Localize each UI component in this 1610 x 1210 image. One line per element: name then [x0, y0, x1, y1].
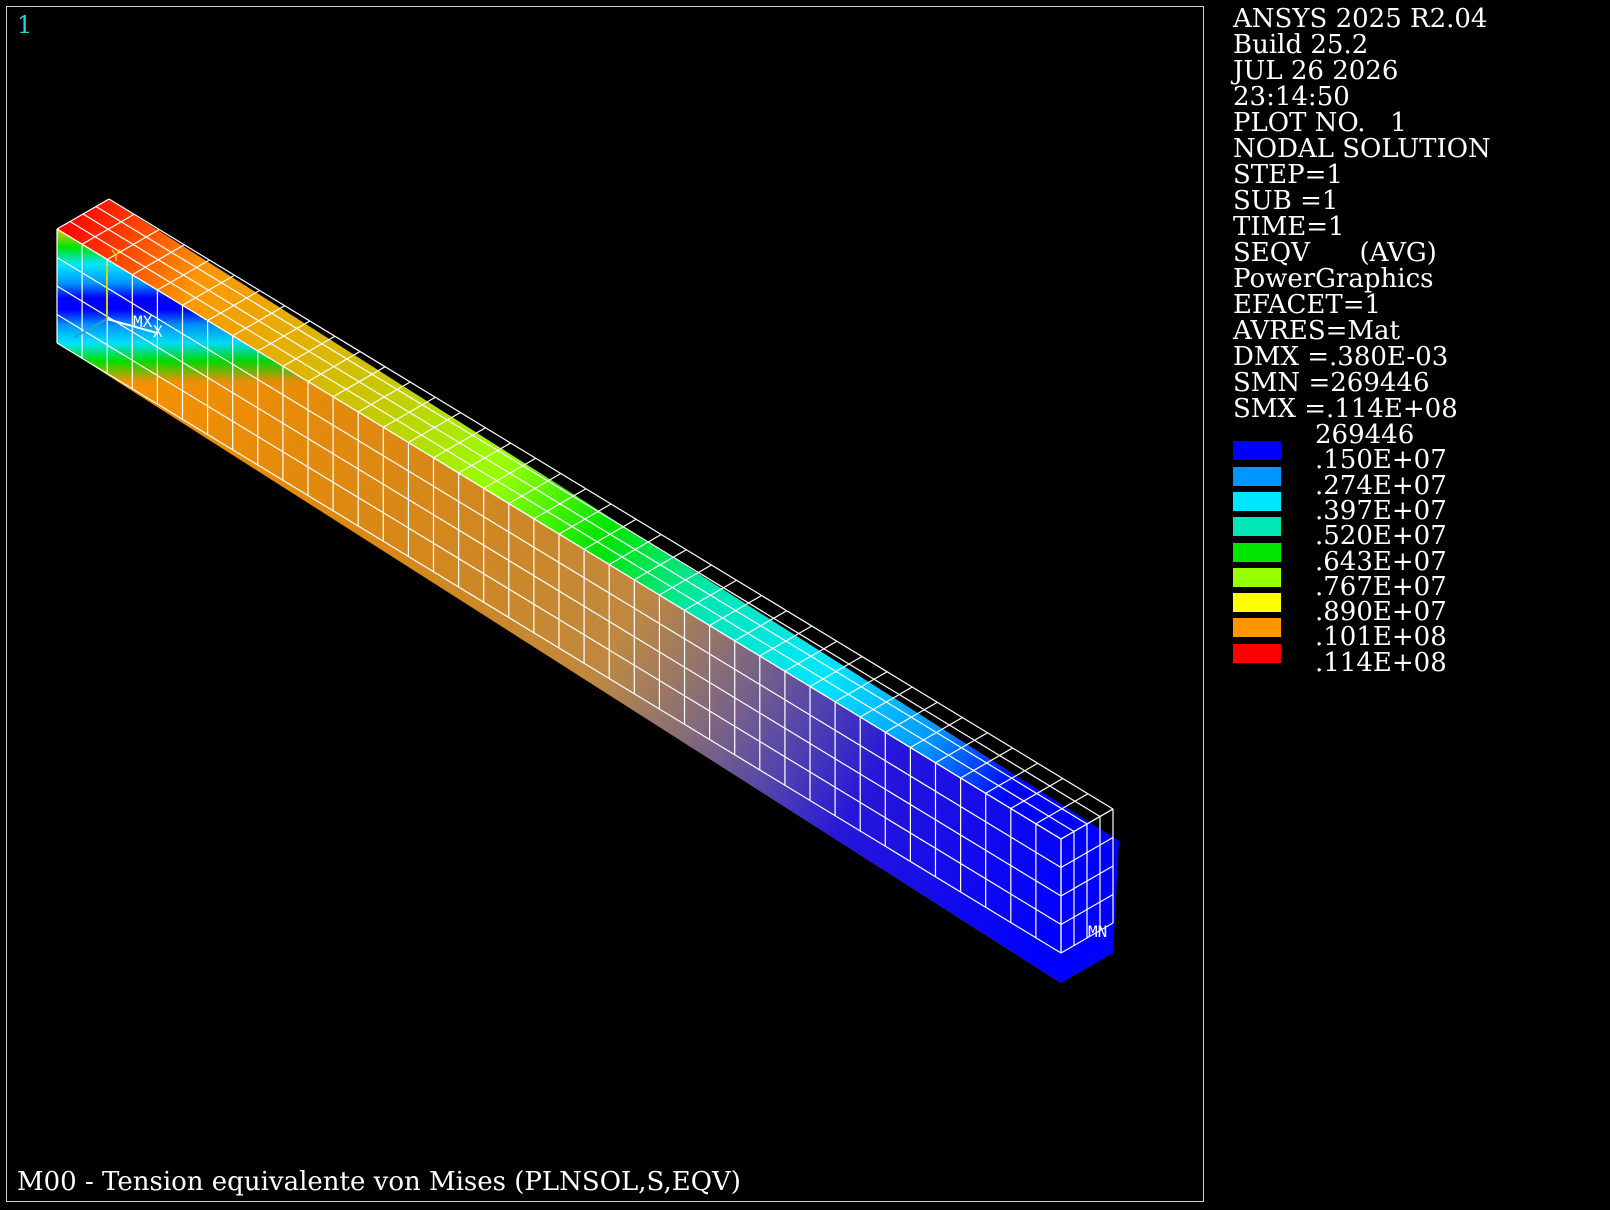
beam-end-face: [1061, 839, 1119, 983]
legend-band: .101E+08: [1233, 618, 1593, 653]
min-marker: MN: [1088, 922, 1107, 941]
beam-model[interactable]: Y X MX MN: [7, 7, 1203, 1201]
contour-legend: 269446 .150E+07.274E+07.397E+07.520E+07.…: [1233, 0, 1593, 700]
legend-band: .767E+07: [1233, 567, 1593, 602]
legend-band: .114E+08: [1233, 643, 1593, 678]
legend-band: .643E+07: [1233, 542, 1593, 577]
legend-label: .890E+07: [1315, 597, 1447, 628]
legend-swatch: [1233, 618, 1281, 638]
legend-band: .274E+07: [1233, 466, 1593, 501]
legend-swatch: [1233, 491, 1281, 511]
triad-y-label: Y: [111, 246, 121, 265]
legend-band: .397E+07: [1233, 491, 1593, 526]
max-marker: MX: [133, 312, 153, 331]
legend-band: .520E+07: [1233, 517, 1593, 552]
legend-swatch: [1233, 593, 1281, 613]
legend-band: .150E+07: [1233, 441, 1593, 476]
legend-band: .890E+07: [1233, 593, 1593, 628]
legend-swatch: [1233, 542, 1281, 562]
legend-label: .150E+07: [1315, 445, 1447, 476]
legend-label: .101E+08: [1315, 622, 1447, 653]
legend-swatch: [1233, 517, 1281, 537]
legend-swatch: [1233, 441, 1281, 461]
legend-swatch: [1233, 567, 1281, 587]
legend-label: .114E+08: [1315, 647, 1447, 678]
legend-swatch: [1233, 466, 1281, 486]
legend-label: .767E+07: [1315, 571, 1447, 602]
legend-label: .274E+07: [1315, 470, 1447, 501]
legend-min-label: 269446: [1315, 420, 1415, 450]
plot-caption: M00 - Tension equivalente von Mises (PLN…: [17, 1167, 741, 1197]
legend-label: .643E+07: [1315, 546, 1447, 577]
legend-swatch: [1233, 643, 1281, 663]
graphics-viewport[interactable]: 1 Y X MX MN M00 - Tension equivalente vo…: [6, 6, 1204, 1202]
legend-label: .520E+07: [1315, 521, 1447, 552]
legend-label: .397E+07: [1315, 495, 1447, 526]
triad-x-label: X: [153, 322, 163, 341]
